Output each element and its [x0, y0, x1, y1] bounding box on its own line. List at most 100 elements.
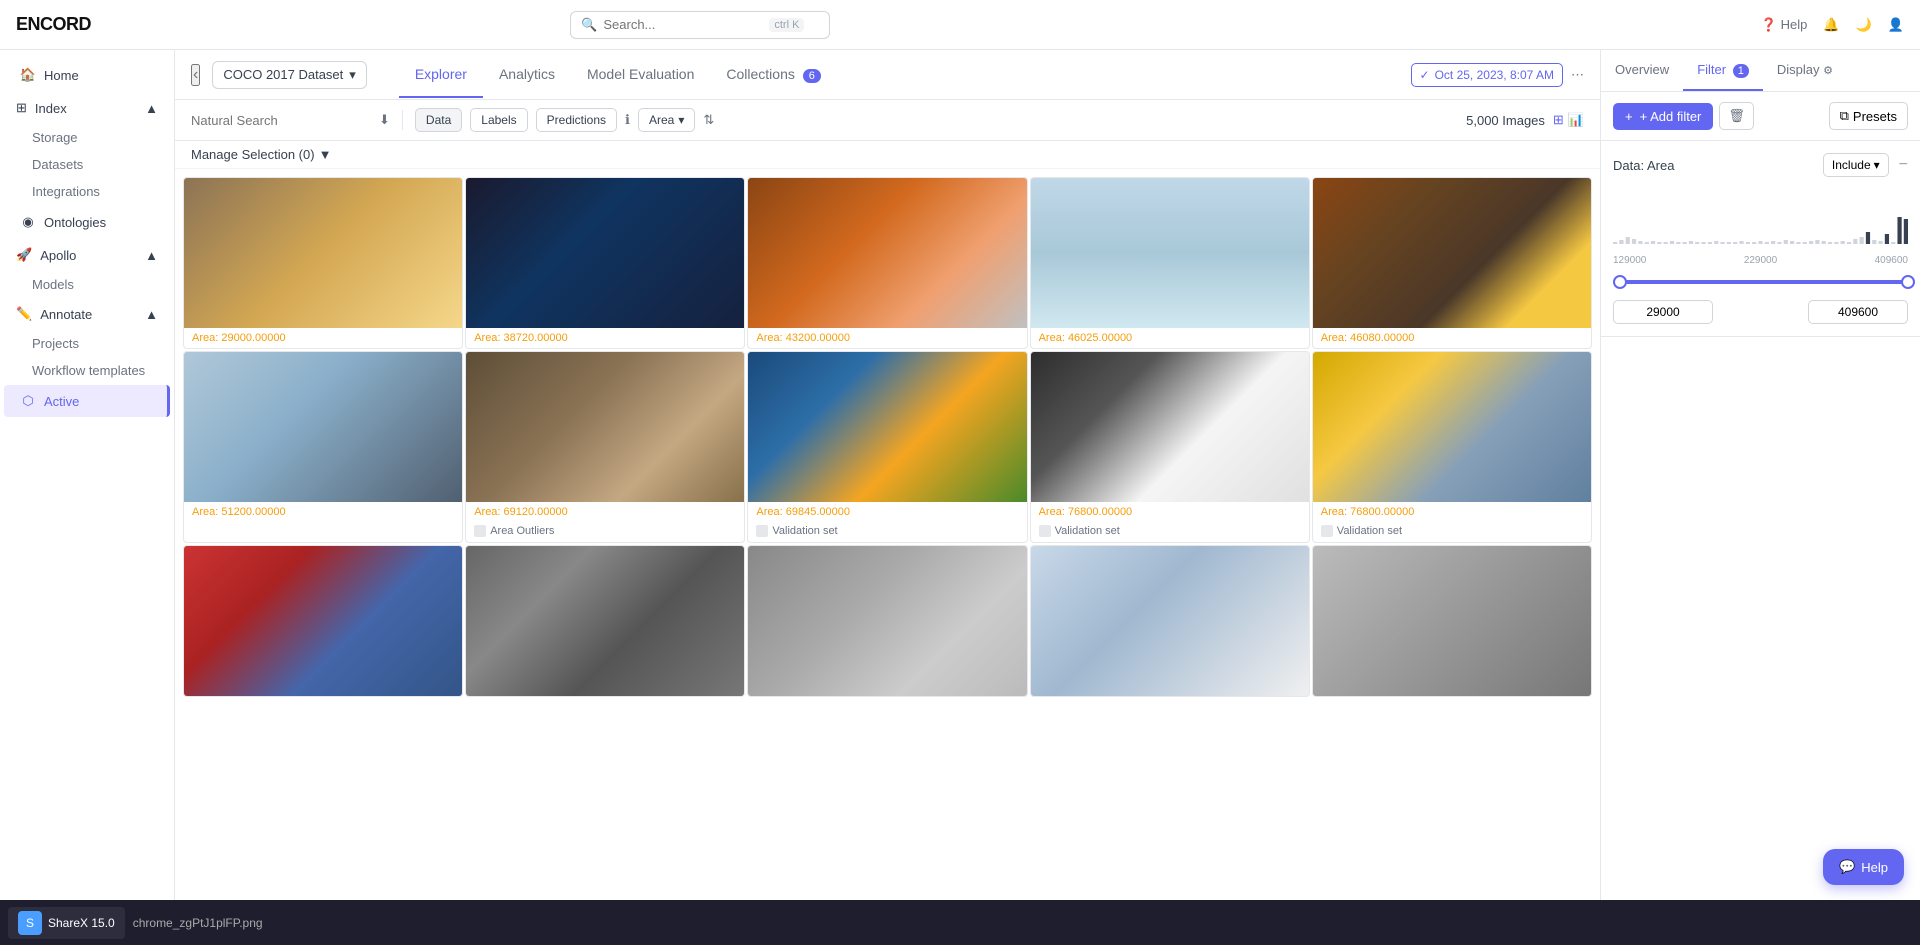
dataset-selector[interactable]: COCO 2017 Dataset ▾ [212, 61, 366, 89]
clear-filters-button[interactable]: 🗑 [1719, 102, 1754, 130]
image-thumbnail-10 [1313, 352, 1591, 502]
chevron-up-icon: ▲ [145, 101, 158, 116]
trash-icon: 🗑 [1728, 108, 1745, 123]
content-area: ‹ COCO 2017 Dataset ▾ Explorer Analytics… [175, 50, 1600, 900]
right-tab-display[interactable]: Display ⚙ [1763, 50, 1847, 91]
image-card-2[interactable]: Area: 38720.00000 [465, 177, 745, 349]
sidebar-item-projects[interactable]: Projects [0, 330, 174, 357]
filter-include-dropdown[interactable]: Include ▾ [1823, 153, 1889, 177]
right-tab-filter[interactable]: Filter 1 [1683, 50, 1763, 91]
range-min-input[interactable] [1613, 300, 1713, 324]
range-thumb-left[interactable] [1613, 275, 1627, 289]
settings-icon: ⚙ [1823, 65, 1833, 77]
add-filter-button[interactable]: + + Add filter [1613, 103, 1713, 130]
help-button[interactable]: ❓ Help [1760, 17, 1807, 33]
image-card-15[interactable] [1312, 545, 1592, 697]
image-card-13[interactable] [747, 545, 1027, 697]
image-card-7[interactable]: Area: 69120.00000 Area Outliers [465, 351, 745, 543]
chevron-down-icon: ▾ [349, 67, 356, 83]
image-thumbnail-11 [184, 546, 462, 696]
search-icon: 🔍 [581, 17, 597, 33]
theme-button[interactable]: 🌙 [1856, 17, 1872, 33]
tab-explorer[interactable]: Explorer [399, 52, 483, 98]
image-thumbnail-1 [184, 178, 462, 328]
image-card-3[interactable]: Area: 43200.00000 [747, 177, 1027, 349]
range-max-input[interactable] [1808, 300, 1908, 324]
sidebar-item-active[interactable]: ⬡ Active [4, 385, 170, 417]
filter-data-label: Data: Area [1613, 158, 1817, 173]
image-card-12[interactable] [465, 545, 745, 697]
sidebar-item-home[interactable]: 🏠 Home [4, 59, 170, 91]
image-thumbnail-14 [1031, 546, 1309, 696]
user-button[interactable]: 👤 [1888, 17, 1904, 33]
sidebar-item-ontologies[interactable]: ◉ Ontologies [4, 206, 170, 238]
area-dropdown[interactable]: Area ▾ [638, 108, 695, 132]
info-icon[interactable]: ℹ [625, 112, 630, 128]
natural-search-input[interactable] [191, 113, 371, 128]
image-area-value-9: Area: 76800.00000 [1031, 502, 1309, 522]
data-tab-btn[interactable]: Data [415, 108, 462, 132]
image-card-5[interactable]: Area: 46080.00000 [1312, 177, 1592, 349]
bell-icon: 🔔 [1823, 17, 1839, 33]
right-tab-overview[interactable]: Overview [1601, 50, 1683, 91]
help-circle-icon: ❓ [1760, 17, 1776, 33]
taskbar-filename: chrome_zgPtJ1plFP.png [133, 916, 263, 930]
image-thumbnail-3 [748, 178, 1026, 328]
download-icon[interactable]: ⬇ [379, 112, 390, 128]
image-card-10[interactable]: Area: 76800.00000 Validation set [1312, 351, 1592, 543]
manage-selection[interactable]: Manage Selection (0) ▼ [175, 141, 1600, 169]
tab-collections[interactable]: Collections 6 [710, 52, 837, 98]
image-thumbnail-7 [466, 352, 744, 502]
tag-dot-icon [1321, 525, 1333, 537]
image-area-value-4: Area: 46025.00000 [1031, 328, 1309, 348]
presets-icon: ⧉ [1840, 108, 1849, 124]
image-card-1[interactable]: Area: 29000.00000 [183, 177, 463, 349]
image-area-value-10: Area: 76800.00000 [1313, 502, 1591, 522]
chart-view-icon[interactable]: 📊 [1568, 112, 1584, 128]
image-card-11[interactable] [183, 545, 463, 697]
image-thumbnail-15 [1313, 546, 1591, 696]
back-button[interactable]: ‹ [191, 64, 200, 86]
image-card-8[interactable]: Area: 69845.00000 Validation set [747, 351, 1027, 543]
image-card-9[interactable]: Area: 76800.00000 Validation set [1030, 351, 1310, 543]
sharex-taskbar-item[interactable]: S ShareX 15.0 [8, 907, 125, 939]
sidebar-section-annotate[interactable]: ✏️ Annotate ▲ [0, 298, 174, 330]
header-actions: ✓ Oct 25, 2023, 8:07 AM ⋯ [1411, 63, 1584, 87]
labels-tab-btn[interactable]: Labels [470, 108, 527, 132]
sidebar-item-models[interactable]: Models [0, 271, 174, 298]
right-panel: Overview Filter 1 Display ⚙ + + Add filt… [1600, 50, 1920, 900]
windows-taskbar: S ShareX 15.0 chrome_zgPtJ1plFP.png [0, 900, 1920, 945]
presets-button[interactable]: ⧉ Presets [1829, 102, 1908, 130]
predictions-tab-btn[interactable]: Predictions [536, 108, 617, 132]
sidebar-item-datasets[interactable]: Datasets [0, 151, 174, 178]
sidebar-item-workflow-templates[interactable]: Workflow templates [0, 357, 174, 384]
range-slider[interactable] [1613, 272, 1908, 292]
filter-remove-button[interactable]: − [1899, 156, 1908, 174]
sidebar-section-index[interactable]: ⊞ Index ▲ [0, 92, 174, 124]
notifications-button[interactable]: 🔔 [1823, 17, 1839, 33]
main-layout: 🏠 Home ⊞ Index ▲ Storage Datasets Integr… [0, 50, 1920, 900]
date-filter[interactable]: ✓ Oct 25, 2023, 8:07 AM [1411, 63, 1563, 87]
tab-model-evaluation[interactable]: Model Evaluation [571, 52, 710, 98]
help-fab[interactable]: 💬 Help [1823, 849, 1904, 885]
image-card-14[interactable] [1030, 545, 1310, 697]
image-card-6[interactable]: Area: 51200.00000 [183, 351, 463, 543]
chevron-up-icon-annotate: ▲ [145, 307, 158, 322]
sidebar-item-integrations[interactable]: Integrations [0, 178, 174, 205]
sidebar-section-apollo[interactable]: 🚀 Apollo ▲ [0, 239, 174, 271]
histogram-axis: 129000 229000 409600 [1613, 255, 1908, 266]
help-fab-icon: 💬 [1839, 859, 1855, 875]
image-area-value-2: Area: 38720.00000 [466, 328, 744, 348]
search-input[interactable] [603, 17, 763, 32]
active-icon: ⬡ [20, 393, 36, 409]
sort-icon[interactable]: ⇅ [703, 112, 714, 128]
tab-analytics[interactable]: Analytics [483, 52, 571, 98]
more-options-button[interactable]: ⋯ [1571, 67, 1584, 83]
topbar: ENCORD 🔍 ctrl K ❓ Help 🔔 🌙 👤 [0, 0, 1920, 50]
sidebar-item-storage[interactable]: Storage [0, 124, 174, 151]
search-box[interactable]: 🔍 ctrl K [570, 11, 830, 39]
range-thumb-right[interactable] [1901, 275, 1915, 289]
image-tag-10: Validation set [1313, 522, 1591, 542]
image-card-4[interactable]: Area: 46025.00000 [1030, 177, 1310, 349]
grid-view-icon[interactable]: ⊞ [1553, 112, 1564, 128]
